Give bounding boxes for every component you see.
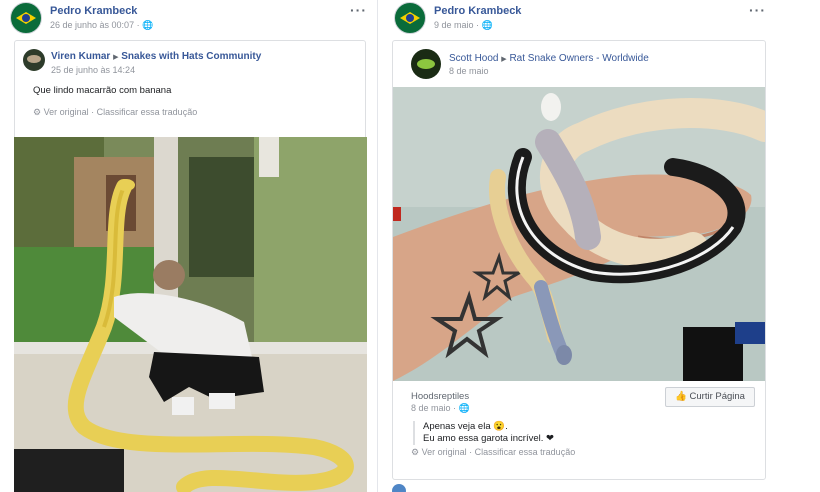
like-page-button[interactable]: 👍 Curtir Página (665, 387, 755, 407)
separator: · (469, 447, 473, 457)
rate-translation-link[interactable]: Classificar essa tradução (97, 107, 198, 117)
shared-author-name[interactable]: Viren Kumar (51, 51, 110, 62)
post-date[interactable]: 9 de maio (434, 20, 474, 30)
page-date-text[interactable]: 8 de maio (411, 403, 451, 413)
more-options-icon[interactable]: ··· (350, 2, 367, 18)
gear-icon: ⚙ (33, 107, 42, 117)
post-meta: 9 de maio · 🌐 (434, 20, 493, 30)
group-name[interactable]: Snakes with Hats Community (121, 51, 261, 62)
shared-title: Scott Hood ▶ Rat Snake Owners - Worldwid… (449, 53, 649, 64)
globe-icon: 🌐 (458, 403, 470, 413)
more-options-icon[interactable]: ··· (749, 2, 766, 18)
reaction-avatar[interactable] (392, 484, 406, 492)
globe-icon: 🌐 (142, 20, 154, 30)
author-name[interactable]: Pedro Krambeck (434, 5, 521, 17)
post-header: Pedro Krambeck 9 de maio · 🌐 ··· (394, 2, 766, 38)
post-photo[interactable] (393, 87, 765, 381)
page-caption: Hoodsreptiles 8 de maio · 🌐 👍 Curtir Pág… (411, 387, 755, 477)
shared-date[interactable]: 25 de junho às 14:24 (51, 65, 135, 75)
post-header: Pedro Krambeck 26 de junho às 00:07 · 🌐 … (10, 2, 367, 38)
shared-author-name[interactable]: Scott Hood (449, 53, 498, 64)
translation-bar: ⚙ Ver original · Classificar essa traduç… (411, 447, 575, 458)
page-name[interactable]: Hoodsreptiles (411, 391, 469, 402)
shared-author-avatar[interactable] (23, 49, 45, 71)
shared-post: Viren Kumar ▶ Snakes with Hats Community… (14, 40, 367, 492)
python-photo (14, 137, 367, 492)
page-avatar[interactable] (411, 49, 441, 79)
arrow-right-icon: ▶ (501, 56, 507, 63)
see-original-link[interactable]: Ver original (44, 107, 89, 117)
globe-icon: 🌐 (481, 20, 493, 30)
author-name[interactable]: Pedro Krambeck (50, 5, 137, 17)
like-page-label: Curtir Página (689, 391, 745, 402)
post-photo[interactable] (14, 137, 367, 492)
author-avatar[interactable] (394, 2, 426, 34)
separator: · (91, 107, 95, 117)
rate-translation-link[interactable]: Classificar essa tradução (475, 447, 576, 457)
arrow-right-icon: ▶ (113, 54, 119, 61)
page-date: 8 de maio · 🌐 (411, 403, 470, 413)
post-meta: 26 de junho às 00:07 · 🌐 (50, 20, 154, 30)
gear-icon: ⚙ (411, 447, 420, 457)
shared-post: Scott Hood ▶ Rat Snake Owners - Worldwid… (392, 40, 766, 480)
quoted-text: Apenas veja ela 😮. Eu amo essa garota in… (413, 421, 554, 445)
post-right: Pedro Krambeck 9 de maio · 🌐 ··· Scott H… (384, 0, 776, 492)
quote-line-1: Apenas veja ela 😮. (423, 421, 508, 432)
post-left: Pedro Krambeck 26 de junho às 00:07 · 🌐 … (0, 0, 378, 492)
thumbs-up-icon: 👍 (675, 391, 687, 402)
quote-line-2: Eu amo essa garota incrível. ❤ (423, 433, 554, 444)
post-date[interactable]: 26 de junho às 00:07 (50, 20, 134, 30)
snake-on-arm-photo (393, 87, 765, 381)
post-text: Que lindo macarrão com banana (33, 85, 172, 96)
translation-bar: ⚙ Ver original · Classificar essa traduç… (33, 107, 197, 118)
author-avatar[interactable] (10, 2, 42, 34)
group-name[interactable]: Rat Snake Owners - Worldwide (509, 53, 648, 64)
see-original-link[interactable]: Ver original (422, 447, 467, 457)
shared-date[interactable]: 8 de maio (449, 66, 489, 76)
shared-title: Viren Kumar ▶ Snakes with Hats Community (51, 51, 261, 62)
